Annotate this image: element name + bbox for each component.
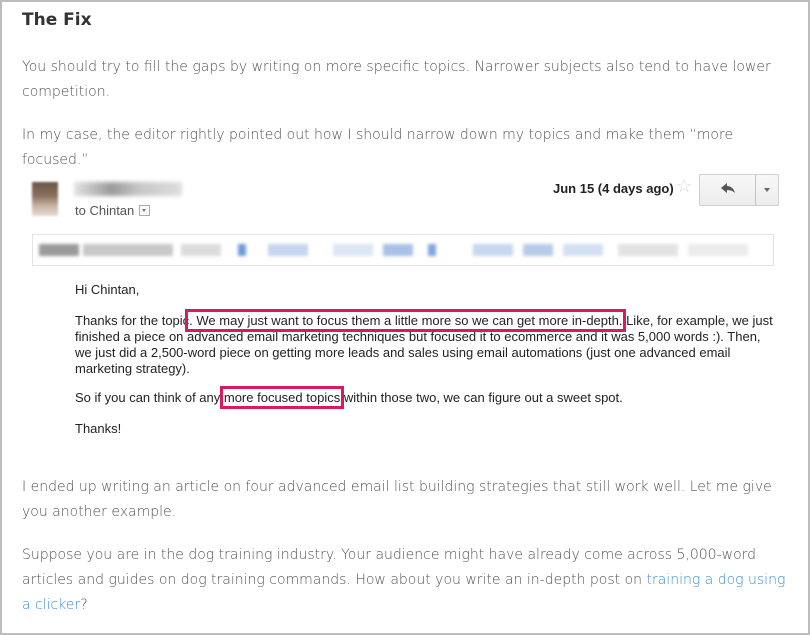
article-frame: The Fix You should try to fill the gaps … — [0, 0, 810, 635]
section-heading: The Fix — [22, 10, 92, 30]
sender-avatar — [32, 182, 58, 216]
sender-name-blurred — [74, 182, 182, 196]
email-signoff: Thanks! — [75, 421, 122, 436]
email-screenshot: to Chintan Jun 15 (4 days ago) ☆ Hi Chin… — [22, 172, 782, 447]
email-date: Jun 15 (4 days ago) — [553, 181, 674, 196]
email-greeting: Hi Chintan, — [75, 282, 140, 297]
chevron-down-icon[interactable] — [139, 205, 151, 216]
paragraph-result: I ended up writing an article on four ad… — [22, 479, 772, 520]
recipient-line: to Chintan — [75, 203, 151, 218]
email-paragraph-1: Thanks for the topic. We may just want t… — [75, 309, 773, 376]
paragraph-editor: In my case, the editor rightly pointed o… — [22, 127, 734, 168]
recipient-label: to Chintan — [75, 203, 135, 218]
reply-button[interactable] — [699, 174, 757, 206]
paragraph-intro: You should try to fill the gaps by writi… — [22, 59, 771, 100]
paragraph-example: Suppose you are in the dog training indu… — [22, 547, 786, 613]
subject-blurred — [32, 234, 774, 266]
highlight-box: . We may just want to focus them a littl… — [185, 309, 627, 332]
star-icon[interactable]: ☆ — [676, 176, 692, 197]
reply-arrow-icon — [721, 183, 735, 193]
more-options-button[interactable] — [755, 174, 779, 206]
highlight-box: more focused topics — [219, 386, 345, 409]
email-paragraph-2: So if you can think of any more focused … — [75, 386, 623, 409]
